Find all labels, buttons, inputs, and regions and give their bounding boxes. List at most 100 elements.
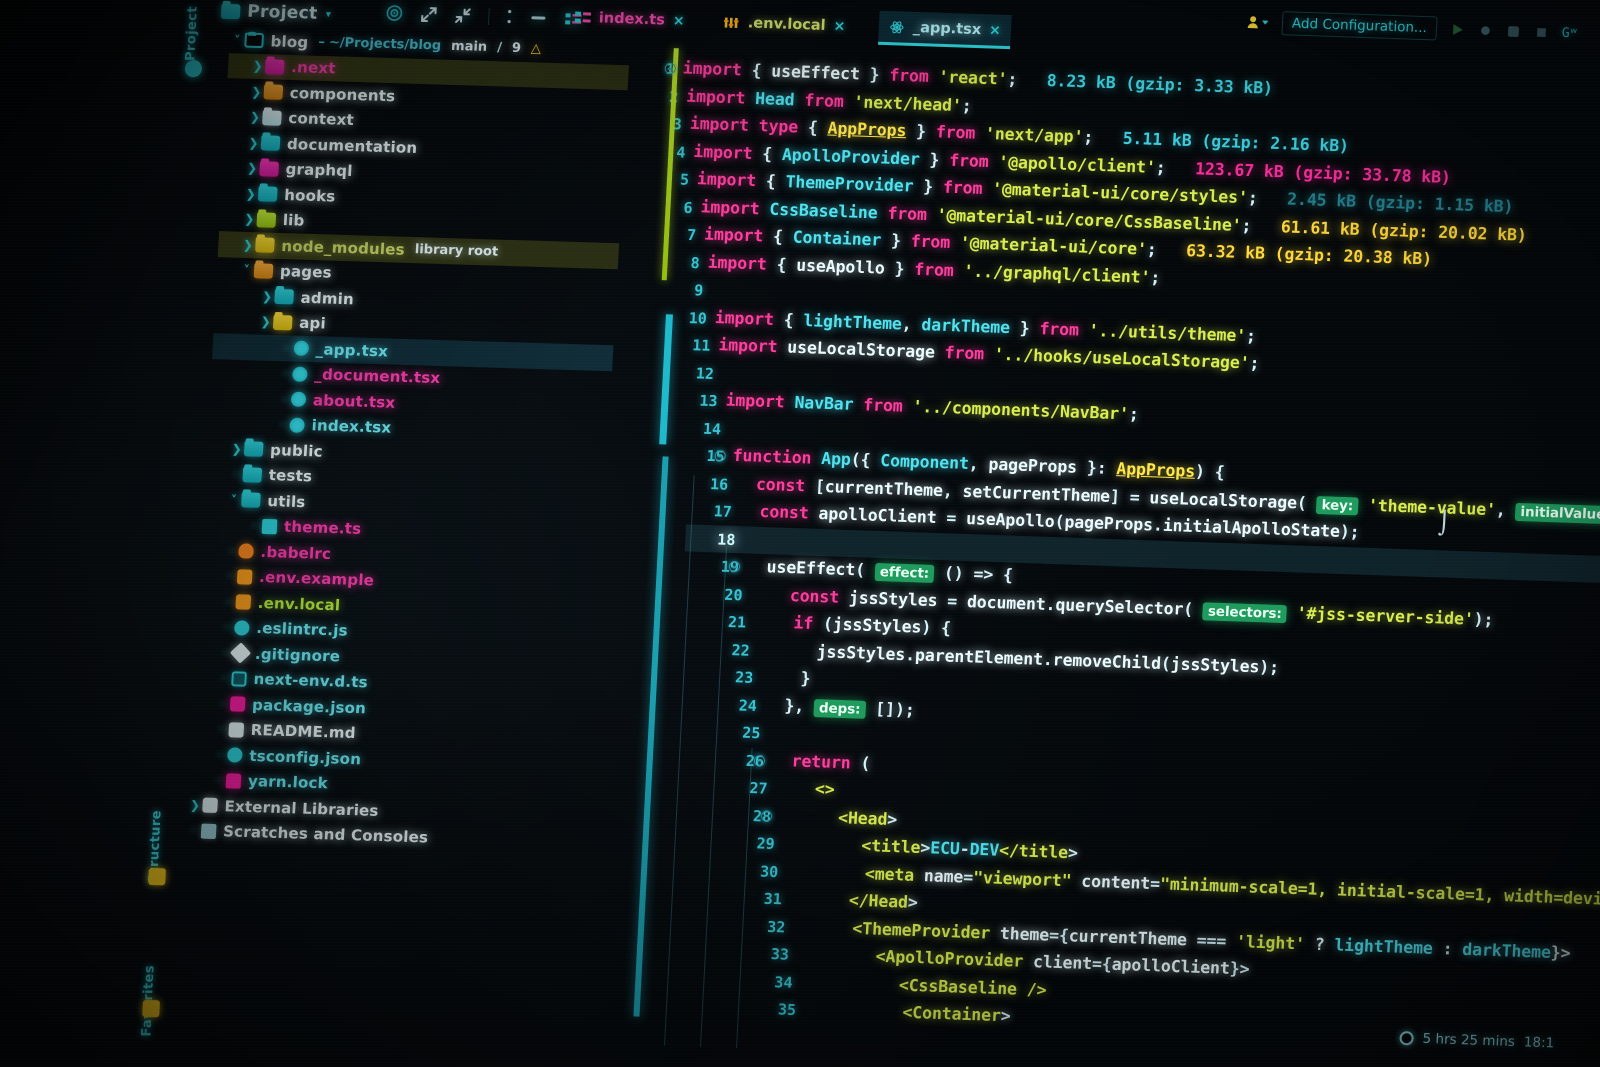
tab-index-ts[interactable]: index.ts ×	[564, 0, 695, 38]
folder-lime	[256, 211, 277, 228]
chevron-down-icon[interactable]: ▾	[324, 6, 333, 21]
tree-item-label: tsconfig.json	[248, 746, 362, 769]
code-line[interactable]: import { useApollo } from '../graphql/cl…	[707, 252, 1160, 287]
code-line[interactable]: return (	[772, 751, 871, 773]
chevron-down-icon[interactable]: ˅	[239, 263, 255, 277]
coverage-icon[interactable]	[1505, 23, 1521, 39]
nextd-icon	[231, 670, 247, 687]
code-line[interactable]: <title>ECU-DEV</title>	[782, 835, 1078, 862]
tree-spacer: ·	[283, 341, 289, 356]
code-fold-toggle[interactable]	[760, 809, 773, 822]
chevron-right-icon[interactable]: ❯	[187, 798, 203, 812]
folder-cyan	[243, 441, 264, 458]
expand-all-icon[interactable]	[420, 5, 438, 23]
code-line[interactable]: <Container>	[804, 1001, 1011, 1026]
tree-item-label: pages	[279, 262, 333, 282]
chevron-right-icon[interactable]: ❯	[244, 161, 260, 175]
project-panel-header[interactable]: Project ▾	[220, 1, 333, 24]
chevron-right-icon[interactable]: ❯	[243, 187, 259, 201]
tree-item-label: api	[298, 313, 327, 333]
tsconfig-icon	[226, 747, 243, 763]
code-line[interactable]: import Head from 'next/head';	[686, 86, 972, 115]
code-line[interactable]: useEffect( effect: () => {	[747, 557, 1013, 584]
line-number: 27	[748, 779, 768, 798]
line-number: 28	[752, 806, 772, 826]
tree-item-label: .next	[290, 58, 337, 78]
code-line[interactable]: }	[761, 669, 811, 688]
tree-spacer: ·	[217, 747, 223, 762]
tab-app-tsx[interactable]: _app.tsx ×	[878, 10, 1012, 50]
tree-item-label: .env.local	[257, 593, 341, 615]
chevron-right-icon[interactable]: ❯	[258, 315, 274, 329]
tree-spacer: ·	[225, 594, 231, 609]
chevron-right-icon[interactable]: ❯	[241, 212, 257, 226]
tree-spacer: ·	[220, 696, 226, 711]
caret-position-label[interactable]: 18:1	[1523, 1034, 1554, 1051]
git-icon[interactable]: Gʷ	[1561, 25, 1577, 41]
chevron-right-icon[interactable]: ❯	[250, 59, 266, 73]
minimize-icon[interactable]	[529, 9, 548, 27]
tree-spacer: ·	[224, 620, 230, 635]
folder-orange	[253, 262, 274, 279]
chevron-down-icon[interactable]: ˅	[229, 33, 245, 47]
locate-icon[interactable]	[385, 4, 404, 23]
tree-item-label: .babelrc	[260, 542, 332, 563]
chevron-right-icon[interactable]: ❯	[247, 110, 263, 124]
chevron-down-icon[interactable]: ˅	[226, 493, 242, 507]
folder-cyan	[257, 186, 278, 203]
time-tracked-label[interactable]: 5 hrs 25 mins	[1422, 1031, 1515, 1050]
line-number: 11	[691, 336, 711, 355]
code-fold-toggle[interactable]	[753, 754, 766, 766]
editor-tab-bar: index.ts × .env.local × _app.tsx ×	[558, 0, 1300, 65]
tab-label: _app.tsx	[912, 19, 982, 38]
folder-cyan	[242, 466, 263, 483]
close-icon[interactable]: ×	[672, 13, 685, 29]
tree-item-label: .env.example	[258, 568, 375, 590]
code-line[interactable]: if (jssStyles) {	[754, 613, 951, 637]
code-line[interactable]: jssStyles.parentElement.removeChild(jssS…	[757, 642, 1279, 677]
debug-icon[interactable]	[1477, 22, 1493, 38]
chevron-right-icon[interactable]: ❯	[229, 442, 245, 456]
ts-icon	[261, 518, 278, 535]
tree-item-label: admin	[300, 288, 355, 309]
run-icon[interactable]	[1449, 21, 1465, 37]
code-line[interactable]: <ApolloProvider client={apolloClient}>	[797, 946, 1250, 979]
tree-item-label: graphql	[285, 160, 354, 181]
folder-magenta	[264, 58, 285, 75]
git-branch-label[interactable]: main	[451, 39, 488, 55]
tree-item-label: lib	[282, 211, 305, 230]
tree-item-badge: library root	[414, 242, 499, 260]
tab-env-local[interactable]: .env.local ×	[713, 5, 856, 44]
more-options-icon[interactable]	[506, 8, 513, 25]
code-line[interactable]: </Head>	[789, 891, 918, 912]
user-dropdown-icon[interactable]	[1247, 14, 1270, 31]
babel-icon	[238, 543, 255, 559]
collapse-all-icon[interactable]	[454, 6, 472, 24]
line-number: 10	[688, 308, 708, 328]
chevron-right-icon[interactable]: ❯	[240, 238, 256, 252]
code-line[interactable]: <CssBaseline />	[800, 974, 1047, 999]
code-line[interactable]: <>	[775, 779, 835, 799]
tree-spacer: ·	[280, 392, 287, 407]
changes-count: 9	[511, 40, 522, 57]
profile-icon[interactable]	[1533, 24, 1549, 40]
tree-item-label: README.md	[250, 721, 357, 743]
tree-item-label: context	[287, 109, 355, 130]
chevron-right-icon[interactable]: ❯	[246, 136, 262, 150]
line-number: 35	[777, 1000, 797, 1020]
code-line[interactable]: }, deps: []);	[764, 696, 915, 719]
tree-item-label: _app.tsx	[315, 339, 389, 361]
code-line[interactable]: <Head>	[779, 808, 898, 829]
close-icon[interactable]: ×	[833, 18, 846, 34]
code-line[interactable]: import NavBar from '../components/NavBar…	[725, 390, 1139, 423]
line-number: 34	[773, 972, 793, 992]
readme-icon	[228, 721, 245, 738]
chevron-right-icon[interactable]: ❯	[248, 85, 264, 99]
react-icon	[293, 340, 310, 357]
chevron-right-icon[interactable]: ❯	[259, 289, 275, 303]
close-icon[interactable]: ×	[989, 22, 1002, 38]
root-dash: –	[317, 35, 326, 51]
react-icon	[292, 366, 308, 382]
tree-spacer: ·	[228, 543, 234, 558]
add-configuration-button[interactable]: Add Configuration...	[1281, 11, 1438, 41]
